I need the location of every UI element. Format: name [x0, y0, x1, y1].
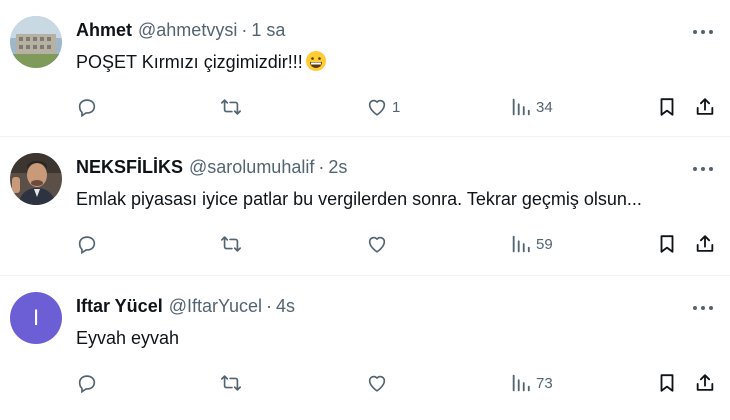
more-horizontal-icon[interactable]	[690, 298, 716, 318]
bookmark-button[interactable]	[656, 230, 678, 258]
more-horizontal-icon[interactable]	[690, 159, 716, 179]
retweet-button[interactable]	[220, 230, 242, 258]
heart-icon	[366, 96, 388, 118]
tweet-text: Eyvah eyvah	[76, 328, 180, 348]
user-handle[interactable]: @IftarYucel	[169, 296, 262, 316]
views-icon	[510, 372, 532, 394]
reply-button[interactable]	[76, 93, 98, 121]
timestamp[interactable]: 4s	[276, 296, 295, 316]
views-icon	[510, 96, 532, 118]
user-handle[interactable]: @sarolumuhalif	[189, 157, 314, 177]
tweet[interactable]: Ahmet @ahmetvysi · 1 sa POŞET Kırmızı çizgi…	[0, 0, 730, 137]
heart-icon	[366, 233, 388, 255]
separator: ·	[266, 296, 273, 316]
avatar-letter: I	[32, 305, 40, 330]
tweet[interactable]: I Iftar Yücel @IftarYucel · 4s Eyvah eyvah …	[0, 276, 730, 420]
views-button[interactable]: 59	[510, 230, 553, 258]
bookmark-icon	[656, 233, 678, 255]
separator: ·	[241, 20, 248, 40]
share-button[interactable]	[694, 93, 716, 121]
bookmark-icon	[656, 372, 678, 394]
user-handle[interactable]: @ahmetvysi	[138, 20, 237, 40]
bookmark-icon	[656, 96, 678, 118]
reply-icon	[76, 233, 98, 255]
retweet-icon	[220, 96, 242, 118]
tweet-header: NEKSFİLİKS @sarolumuhalif · 2s	[76, 155, 670, 179]
like-count: 1	[392, 98, 401, 116]
tweet-header: Ahmet @ahmetvysi · 1 sa	[76, 18, 670, 42]
avatar[interactable]	[10, 16, 62, 68]
tweet-header: Iftar Yücel @IftarYucel · 4s	[76, 294, 670, 318]
reply-button[interactable]	[76, 230, 98, 258]
avatar[interactable]	[10, 153, 62, 205]
share-button[interactable]	[694, 230, 716, 258]
like-button[interactable]	[366, 369, 392, 397]
retweet-button[interactable]	[220, 93, 242, 121]
views-button[interactable]: 73	[510, 369, 553, 397]
like-button[interactable]	[366, 230, 392, 258]
display-name[interactable]: Iftar Yücel	[76, 296, 163, 316]
more-horizontal-icon[interactable]	[690, 22, 716, 42]
tweet-feed: Ahmet @ahmetvysi · 1 sa POŞET Kırmızı çizgi…	[0, 0, 730, 420]
like-button[interactable]: 1	[366, 93, 400, 121]
tweet-text: Emlak piyasası iyice patlar bu vergilerd…	[76, 189, 642, 209]
bookmark-button[interactable]	[656, 369, 678, 397]
retweet-icon	[220, 233, 242, 255]
reply-button[interactable]	[76, 369, 98, 397]
share-button[interactable]	[694, 369, 716, 397]
view-count: 34	[536, 98, 553, 116]
tweet-actions: 73	[76, 369, 724, 397]
views-icon	[510, 233, 532, 255]
view-count: 59	[536, 235, 553, 253]
views-button[interactable]: 34	[510, 93, 553, 121]
tweet-text: POŞET Kırmızı çizgimizdir!!!	[76, 50, 690, 74]
tweet[interactable]: NEKSFİLİKS @sarolumuhalif · 2s Emlak piyasa…	[0, 137, 730, 276]
separator: ·	[318, 157, 325, 177]
tweet-actions: 59	[76, 230, 724, 258]
retweet-button[interactable]	[220, 369, 242, 397]
tweet-text-content: POŞET Kırmızı çizgimizdir!!!	[76, 52, 303, 72]
reply-icon	[76, 372, 98, 394]
share-icon	[694, 96, 716, 118]
timestamp[interactable]: 1 sa	[251, 20, 285, 40]
display-name[interactable]: Ahmet	[76, 20, 132, 40]
display-name[interactable]: NEKSFİLİKS	[76, 157, 183, 177]
grinning-face-emoji	[305, 51, 326, 71]
avatar[interactable]: I	[10, 292, 62, 344]
heart-icon	[366, 372, 388, 394]
retweet-icon	[220, 372, 242, 394]
view-count: 73	[536, 374, 553, 392]
bookmark-button[interactable]	[656, 93, 678, 121]
share-icon	[694, 233, 716, 255]
reply-icon	[76, 96, 98, 118]
tweet-actions: 1 34	[76, 93, 724, 121]
timestamp[interactable]: 2s	[328, 157, 347, 177]
share-icon	[694, 372, 716, 394]
